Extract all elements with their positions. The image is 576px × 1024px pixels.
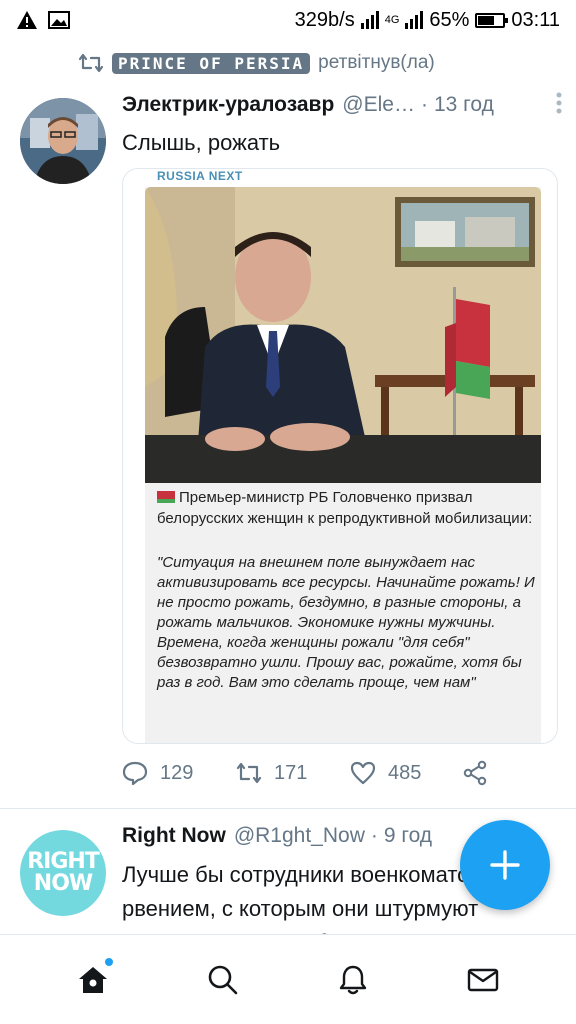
home-icon <box>79 966 107 993</box>
caption-headline: Премьер-министр РБ Головченко призвал бе… <box>157 489 533 527</box>
media-caption: Премьер-министр РБ Головченко призвал бе… <box>157 487 535 693</box>
compose-tweet-button[interactable] <box>460 820 550 910</box>
tweet-actions: 129 171 485 <box>122 760 502 786</box>
nav-notifications[interactable] <box>323 950 383 1010</box>
retweet-label: ретвітнув(ла) <box>318 52 435 73</box>
notifications-icon <box>339 965 367 994</box>
author-handle-2[interactable]: @R1ght_Now <box>234 824 365 848</box>
separator-dot-2: · <box>370 824 378 847</box>
new-content-dot <box>105 957 113 966</box>
network-speed: 329b/s <box>294 8 355 31</box>
tweet-text: Слышь, рожать <box>122 130 281 155</box>
media-source: RUSSIA NEXT <box>157 169 243 183</box>
more-options-icon[interactable] <box>556 92 562 118</box>
nav-search[interactable] <box>193 950 253 1010</box>
media-card: Премьер-министр РБ Головченко призвал бе… <box>145 187 541 743</box>
warning-icon <box>17 11 37 29</box>
retweet-context[interactable]: PRINCE OF PERSIA ретвітнув(ла) <box>78 52 435 74</box>
clock: 03:11 <box>511 8 560 31</box>
share-button[interactable] <box>462 760 488 786</box>
tweet-media[interactable]: RUSSIA NEXT Премьер-министр РБ Головченк… <box>122 168 558 744</box>
plus-icon <box>490 850 520 880</box>
bottom-navigation <box>0 934 576 1024</box>
like-count: 485 <box>388 761 422 784</box>
author-handle[interactable]: @Ele… <box>342 93 415 117</box>
belarus-flag-icon <box>157 491 175 503</box>
like-icon <box>350 761 376 785</box>
like-button[interactable]: 485 <box>350 760 462 786</box>
reply-icon <box>122 761 148 786</box>
reply-button[interactable]: 129 <box>122 760 236 786</box>
avatar-right-now[interactable]: RIGHT NOW <box>20 830 106 916</box>
tweet-time-2: 9 год <box>383 824 433 847</box>
avatar[interactable] <box>20 98 106 184</box>
avatar-text-top: RIGHT <box>27 849 100 874</box>
image-icon <box>48 11 70 29</box>
avatar-text-bottom: NOW <box>33 871 93 896</box>
retweet-icon <box>236 762 262 784</box>
share-icon <box>463 760 487 786</box>
separator-dot: · <box>420 93 428 116</box>
caption-quote: "Ситуация на внешнем поле вынуждает нас … <box>157 554 535 691</box>
battery-percent: 65% <box>429 8 470 31</box>
search-icon <box>208 965 238 994</box>
retweeter-name[interactable]: PRINCE OF PERSIA <box>112 52 311 74</box>
status-bar: 329b/s 4G 65% 03:11 <box>0 0 576 40</box>
retweet-count: 171 <box>274 761 308 784</box>
media-photo <box>145 187 541 483</box>
tweet-time: 13 год <box>433 93 494 116</box>
reply-count: 129 <box>160 761 194 784</box>
tweet-divider <box>0 808 576 809</box>
signal-icon <box>360 11 379 29</box>
network-type: 4G <box>384 14 400 26</box>
retweet-icon <box>78 53 104 73</box>
signal-icon-2 <box>405 11 424 29</box>
author-name-2[interactable]: Right Now <box>122 824 226 848</box>
tweet-header: Электрик-уралозавр @Ele… · 13 год <box>122 92 562 118</box>
battery-icon <box>475 12 509 28</box>
messages-icon <box>467 968 499 991</box>
nav-messages[interactable] <box>453 950 513 1010</box>
nav-home[interactable] <box>63 950 123 1010</box>
author-name[interactable]: Электрик-уралозавр <box>122 93 334 117</box>
retweet-button[interactable]: 171 <box>236 760 350 786</box>
